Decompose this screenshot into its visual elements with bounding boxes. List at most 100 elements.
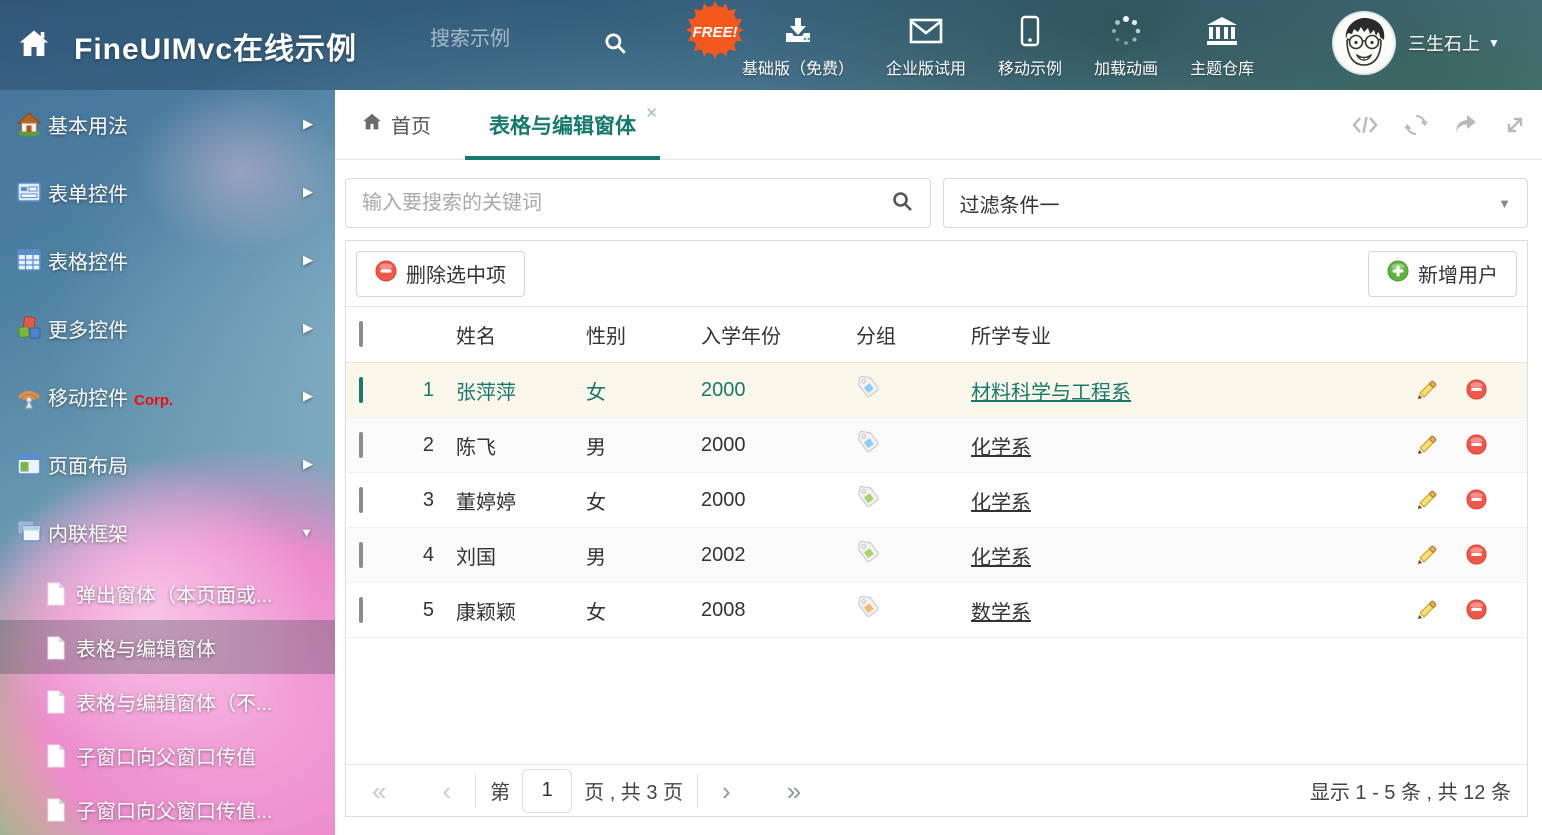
delete-row-icon[interactable]: [1466, 599, 1487, 621]
sidebar-item-label: 页面布局: [48, 456, 128, 478]
tab-bar: 首页 表格与编辑窗体 ✕: [335, 90, 1542, 160]
table-row[interactable]: 2陈飞男2000化学系: [346, 418, 1527, 473]
filter-select-value: 过滤条件一: [960, 189, 1499, 218]
user-name[interactable]: 三生石上: [1408, 30, 1480, 56]
sidebar-subitem[interactable]: 弹出窗体（本页面或...: [0, 566, 335, 620]
column-header-year[interactable]: 入学年份: [691, 320, 846, 349]
sidebar-item[interactable]: 内联框架▼: [0, 498, 335, 566]
bank-icon: [1205, 13, 1239, 49]
row-checkbox[interactable]: [359, 542, 363, 568]
edit-pencil-icon[interactable]: [1416, 379, 1438, 401]
share-icon[interactable]: [1454, 114, 1478, 136]
delete-selected-button[interactable]: 删除选中项: [356, 251, 525, 297]
header-menu-item[interactable]: 主题仓库: [1190, 13, 1254, 79]
edit-pencil-icon[interactable]: [1416, 544, 1438, 566]
pager-divider: [697, 774, 698, 808]
edit-pencil-icon[interactable]: [1416, 489, 1438, 511]
header-menu-item[interactable]: 加载动画: [1094, 13, 1158, 79]
add-user-button[interactable]: 新增用户: [1368, 251, 1517, 297]
table-row[interactable]: 3董婷婷女2000化学系: [346, 473, 1527, 528]
page-prev-button[interactable]: ‹: [432, 778, 461, 804]
page-next-button[interactable]: ›: [712, 778, 741, 804]
tab-home-label: 首页: [391, 110, 431, 139]
sidebar-subitem-label: 弹出窗体（本页面或...: [76, 579, 273, 608]
delete-row-icon[interactable]: [1466, 489, 1487, 511]
frames-icon: [16, 519, 42, 545]
cell-year: 2000: [691, 434, 846, 457]
keyword-search-input[interactable]: [362, 192, 890, 215]
filter-select[interactable]: 过滤条件一 ▼: [943, 178, 1529, 228]
header-search-input[interactable]: [430, 28, 590, 51]
row-checkbox[interactable]: [359, 487, 363, 513]
row-checkbox[interactable]: [359, 432, 363, 458]
tab-close-icon[interactable]: ✕: [645, 104, 658, 122]
user-menu[interactable]: 三生石上 ▼: [1334, 13, 1500, 73]
file-icon: [46, 744, 66, 766]
cell-name: 康颖颖: [446, 596, 576, 625]
table-row[interactable]: 1张萍萍女2000材料科学与工程系: [346, 363, 1527, 418]
chevron-down-icon: ▼: [300, 525, 313, 540]
cell-gender: 男: [576, 541, 691, 570]
source-code-icon[interactable]: [1352, 114, 1378, 136]
sidebar-item[interactable]: 更多控件▶: [0, 294, 335, 362]
table-row[interactable]: 5康颖颖女2008数学系: [346, 583, 1527, 638]
refresh-icon[interactable]: [1404, 113, 1428, 137]
page-first-button[interactable]: «: [362, 778, 396, 804]
envelope-icon: [909, 13, 943, 49]
edit-pencil-icon[interactable]: [1416, 434, 1438, 456]
add-user-label: 新增用户: [1418, 259, 1498, 288]
header-menu-label: 主题仓库: [1190, 55, 1254, 79]
tab-home[interactable]: 首页: [361, 110, 431, 139]
file-icon: [46, 582, 66, 604]
select-all-checkbox[interactable]: [359, 321, 363, 347]
header-menu-item[interactable]: 基础版（免费）: [742, 13, 854, 79]
page-last-button[interactable]: »: [777, 778, 811, 804]
sidebar-item[interactable]: 页面布局▶: [0, 430, 335, 498]
pager-divider: [475, 774, 476, 808]
record-summary: 显示 1 - 5 条 , 共 12 条: [1310, 776, 1511, 805]
major-link[interactable]: 化学系: [971, 547, 1031, 569]
column-header-group[interactable]: 分组: [846, 320, 961, 349]
major-link[interactable]: 化学系: [971, 437, 1031, 459]
sidebar-subitem[interactable]: 表格与编辑窗体: [0, 620, 335, 674]
column-header-name[interactable]: 姓名: [446, 320, 576, 349]
major-link[interactable]: 材料科学与工程系: [971, 382, 1131, 404]
header-search-icon[interactable]: [602, 30, 628, 61]
header-menu-item[interactable]: 企业版试用: [886, 13, 966, 79]
sidebar-subitem[interactable]: 子窗口向父窗口传值: [0, 728, 335, 782]
major-link[interactable]: 化学系: [971, 492, 1031, 514]
tag-icon: [856, 485, 880, 509]
major-link[interactable]: 数学系: [971, 602, 1031, 624]
tab-active[interactable]: 表格与编辑窗体 ✕: [465, 90, 660, 159]
tab-active-label: 表格与编辑窗体: [489, 110, 636, 140]
sidebar-item[interactable]: 表格控件▶: [0, 226, 335, 294]
expand-icon[interactable]: [1504, 114, 1526, 136]
chevron-right-icon: ▶: [303, 252, 313, 268]
cell-name: 刘国: [446, 541, 576, 570]
sidebar-item[interactable]: 表单控件▶: [0, 158, 335, 226]
sidebar-subitem[interactable]: 子窗口向父窗口传值...: [0, 782, 335, 835]
page-number-input[interactable]: [522, 769, 572, 813]
sidebar-subitem-label: 表格与编辑窗体（不...: [76, 687, 273, 716]
column-header-major[interactable]: 所学专业: [961, 320, 1377, 349]
sidebar-item[interactable]: 基本用法▶: [0, 90, 335, 158]
header-menu-item[interactable]: 移动示例: [998, 13, 1062, 79]
avatar[interactable]: [1334, 13, 1394, 73]
file-icon: [46, 690, 66, 712]
edit-pencil-icon[interactable]: [1416, 599, 1438, 621]
delete-row-icon[interactable]: [1466, 379, 1487, 401]
sidebar-item[interactable]: 移动控件Corp.▶: [0, 362, 335, 430]
delete-row-icon[interactable]: [1466, 544, 1487, 566]
row-checkbox[interactable]: [359, 377, 363, 403]
cell-name: 张萍萍: [446, 376, 576, 405]
sidebar-subitem[interactable]: 表格与编辑窗体（不...: [0, 674, 335, 728]
delete-row-icon[interactable]: [1466, 434, 1487, 456]
user-caret-down-icon: ▼: [1488, 36, 1500, 50]
table-row[interactable]: 4刘国男2002化学系: [346, 528, 1527, 583]
column-header-gender[interactable]: 性别: [576, 320, 691, 349]
row-checkbox[interactable]: [359, 597, 363, 623]
cell-gender: 男: [576, 431, 691, 460]
keyword-search-icon[interactable]: [890, 189, 914, 218]
spinner-icon: [1110, 13, 1142, 49]
home-logo-icon[interactable]: [16, 26, 52, 67]
